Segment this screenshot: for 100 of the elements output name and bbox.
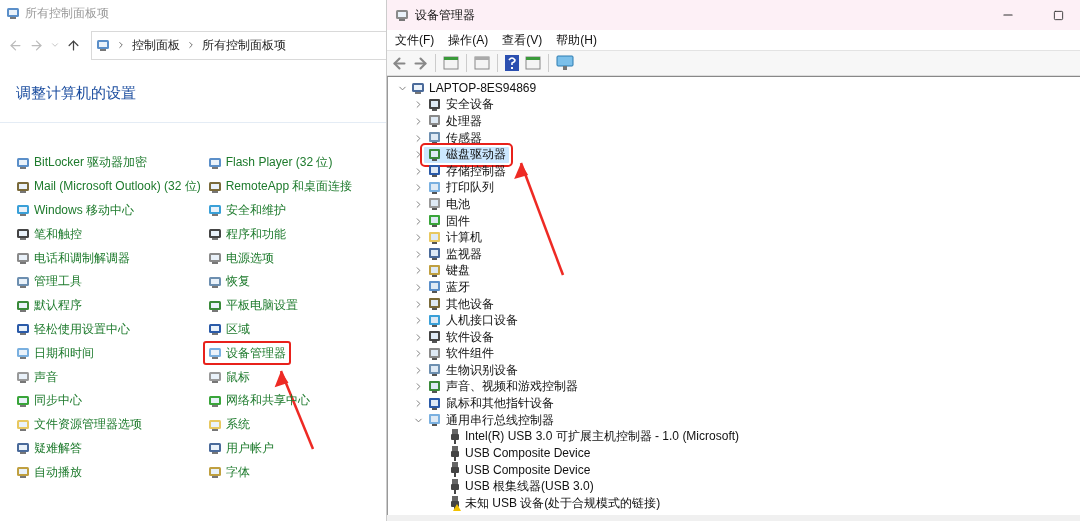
window-title: 所有控制面板项 — [25, 4, 109, 22]
tree-item[interactable]: 生物识别设备 — [424, 362, 521, 379]
tree-item[interactable]: LAPTOP-8ES94869 — [408, 80, 540, 97]
device-icon — [427, 214, 442, 229]
up-icon[interactable] — [66, 37, 81, 53]
breadcrumb-chevron-icon — [116, 40, 126, 50]
page-heading: 调整计算机的设置 — [15, 83, 137, 103]
control-panel-link[interactable]: BitLocker 驱动器加密 — [11, 151, 153, 175]
device-icon — [427, 297, 442, 311]
usb-plug-icon — [449, 479, 461, 495]
control-panel-icon — [6, 6, 20, 20]
breadcrumb-item[interactable]: 控制面板 — [132, 36, 180, 54]
device-icon — [427, 164, 442, 179]
device-icon — [427, 263, 442, 278]
tree-item[interactable]: 监视器 — [424, 246, 485, 263]
tree-item[interactable]: 传感器 — [424, 130, 485, 147]
menu-item[interactable]: 帮助(H) — [556, 31, 597, 49]
tree-item[interactable]: 软件设备 — [424, 329, 497, 346]
forward-icon[interactable] — [29, 37, 44, 53]
tree-item[interactable]: 电池 — [424, 196, 473, 213]
breadcrumb-chevron-icon — [186, 40, 196, 50]
device-icon — [427, 147, 442, 162]
maximize-icon[interactable] — [1052, 9, 1064, 21]
tree-item[interactable]: 打印队列 — [424, 179, 497, 196]
control-panel-link[interactable]: 电话和调制解调器 — [11, 246, 135, 270]
control-panel-link[interactable]: 安全和维护 — [202, 198, 291, 223]
monitor-icon[interactable] — [555, 54, 575, 72]
forward-icon[interactable] — [412, 54, 429, 72]
device-icon — [427, 380, 442, 394]
help-icon[interactable] — [504, 54, 520, 72]
tree-item[interactable]: USB 根集线器(USB 3.0) — [446, 478, 597, 495]
tree-item[interactable]: Intel(R) USB 3.0 可扩展主机控制器 - 1.0 (Microsoft) — [446, 428, 743, 445]
device-icon — [427, 197, 442, 212]
window-title: 设备管理器 — [415, 6, 476, 24]
device-icon — [427, 346, 442, 361]
tree-item[interactable]: 固件 — [424, 213, 473, 230]
control-panel-link[interactable]: 声音 — [11, 365, 63, 389]
breadcrumb-item[interactable]: 所有控制面板项 — [202, 36, 286, 54]
control-panel-link[interactable]: 字体 — [202, 460, 255, 485]
control-panel-link[interactable]: 恢复 — [202, 270, 255, 294]
menu-item[interactable]: 文件(F) — [395, 31, 435, 49]
control-panel-link[interactable]: 默认程序 — [11, 293, 87, 318]
device-icon — [427, 396, 442, 411]
control-panel-link[interactable]: 平板电脑设置 — [202, 293, 303, 318]
tree-item[interactable]: 计算机 — [424, 229, 485, 246]
tree-item[interactable]: USB Composite Device — [446, 445, 594, 462]
control-panel-link[interactable]: 笔和触控 — [11, 222, 87, 247]
console-tree-icon[interactable] — [442, 54, 460, 72]
control-panel-link[interactable]: 区域 — [202, 317, 255, 342]
device-icon — [427, 313, 442, 328]
tree-item[interactable]: 处理器 — [424, 113, 485, 130]
device-icon — [427, 363, 442, 378]
device-icon — [427, 413, 442, 428]
control-panel-link[interactable]: 鼠标 — [202, 365, 255, 389]
address-bar[interactable]: 控制面板 所有控制面板项 — [91, 30, 386, 60]
device-icon — [427, 280, 442, 295]
properties-icon[interactable] — [473, 54, 491, 72]
tree-item[interactable]: 其他设备 — [424, 296, 497, 312]
tree-item[interactable]: USB Composite Device — [446, 461, 594, 478]
control-panel-link[interactable]: 轻松使用设置中心 — [11, 317, 135, 342]
control-panel-link[interactable]: 系统 — [202, 412, 255, 437]
device-manager-icon — [395, 8, 409, 22]
device-icon — [427, 230, 442, 245]
device-icon — [427, 180, 442, 195]
device-icon — [427, 330, 442, 345]
usb-plug-icon — [449, 445, 461, 461]
tree-item[interactable]: 鼠标和其他指针设备 — [424, 395, 557, 412]
device-icon — [427, 131, 442, 146]
tree-item[interactable]: 存储控制器 — [424, 163, 509, 180]
recent-dropdown-icon[interactable] — [50, 40, 60, 50]
tree-item[interactable]: 未知 USB 设备(处于合规模式的链接) — [446, 495, 664, 512]
back-icon[interactable] — [8, 37, 23, 53]
action-pane-icon[interactable] — [524, 54, 542, 72]
control-panel-link[interactable]: 程序和功能 — [202, 222, 291, 247]
control-panel-link[interactable]: 电源选项 — [202, 246, 279, 270]
tree-item[interactable]: 安全设备 — [424, 96, 497, 113]
menu-item[interactable]: 查看(V) — [502, 31, 543, 49]
warning-usb-icon — [449, 495, 461, 511]
control-panel-link[interactable]: 同步中心 — [11, 388, 87, 413]
tree-item[interactable]: 软件组件 — [424, 345, 497, 362]
device-icon — [427, 114, 442, 129]
tree-item[interactable]: 通用串行总线控制器 — [424, 412, 557, 429]
usb-plug-icon — [449, 462, 461, 478]
control-panel-link[interactable]: 管理工具 — [11, 270, 87, 294]
control-panel-link[interactable]: Windows 移动中心 — [11, 198, 139, 223]
tree-item[interactable]: 蓝牙 — [424, 279, 473, 296]
device-icon — [427, 247, 442, 262]
control-panel-link[interactable]: 用户帐户 — [202, 436, 279, 461]
back-icon[interactable] — [391, 54, 408, 72]
control-panel-link[interactable]: Flash Player (32 位) — [202, 151, 338, 175]
control-panel-link[interactable]: 疑难解答 — [11, 436, 87, 461]
computer-icon — [411, 81, 425, 96]
tree-item[interactable]: 人机接口设备 — [424, 312, 521, 329]
tree-item[interactable]: 键盘 — [424, 262, 473, 279]
control-panel-link[interactable]: 文件资源管理器选项 — [11, 412, 147, 437]
control-panel-link[interactable]: 日期和时间 — [11, 341, 99, 366]
menu-item[interactable]: 操作(A) — [448, 31, 489, 49]
control-panel-link[interactable]: 自动播放 — [11, 460, 87, 485]
usb-plug-icon — [449, 429, 461, 445]
tree-item[interactable]: 声音、视频和游戏控制器 — [424, 379, 581, 395]
